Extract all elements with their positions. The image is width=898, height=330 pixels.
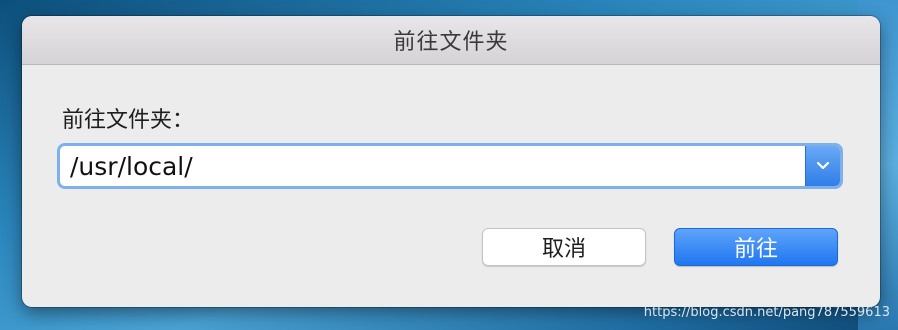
path-combobox[interactable] [60,146,840,186]
watermark-text: https://blog.csdn.net/pang787559613 [643,305,890,320]
prompt-label: 前往文件夹： [62,108,195,133]
go-to-folder-dialog: 前往文件夹 前往文件夹： 取消 前往 [22,16,880,307]
dialog-titlebar: 前往文件夹 [22,16,880,65]
cancel-button[interactable]: 取消 [482,228,646,266]
chevron-down-icon [816,161,830,171]
path-dropdown-button[interactable] [805,146,840,186]
go-button[interactable]: 前往 [674,228,838,266]
dialog-title: 前往文件夹 [393,30,509,55]
path-input[interactable] [60,146,805,186]
